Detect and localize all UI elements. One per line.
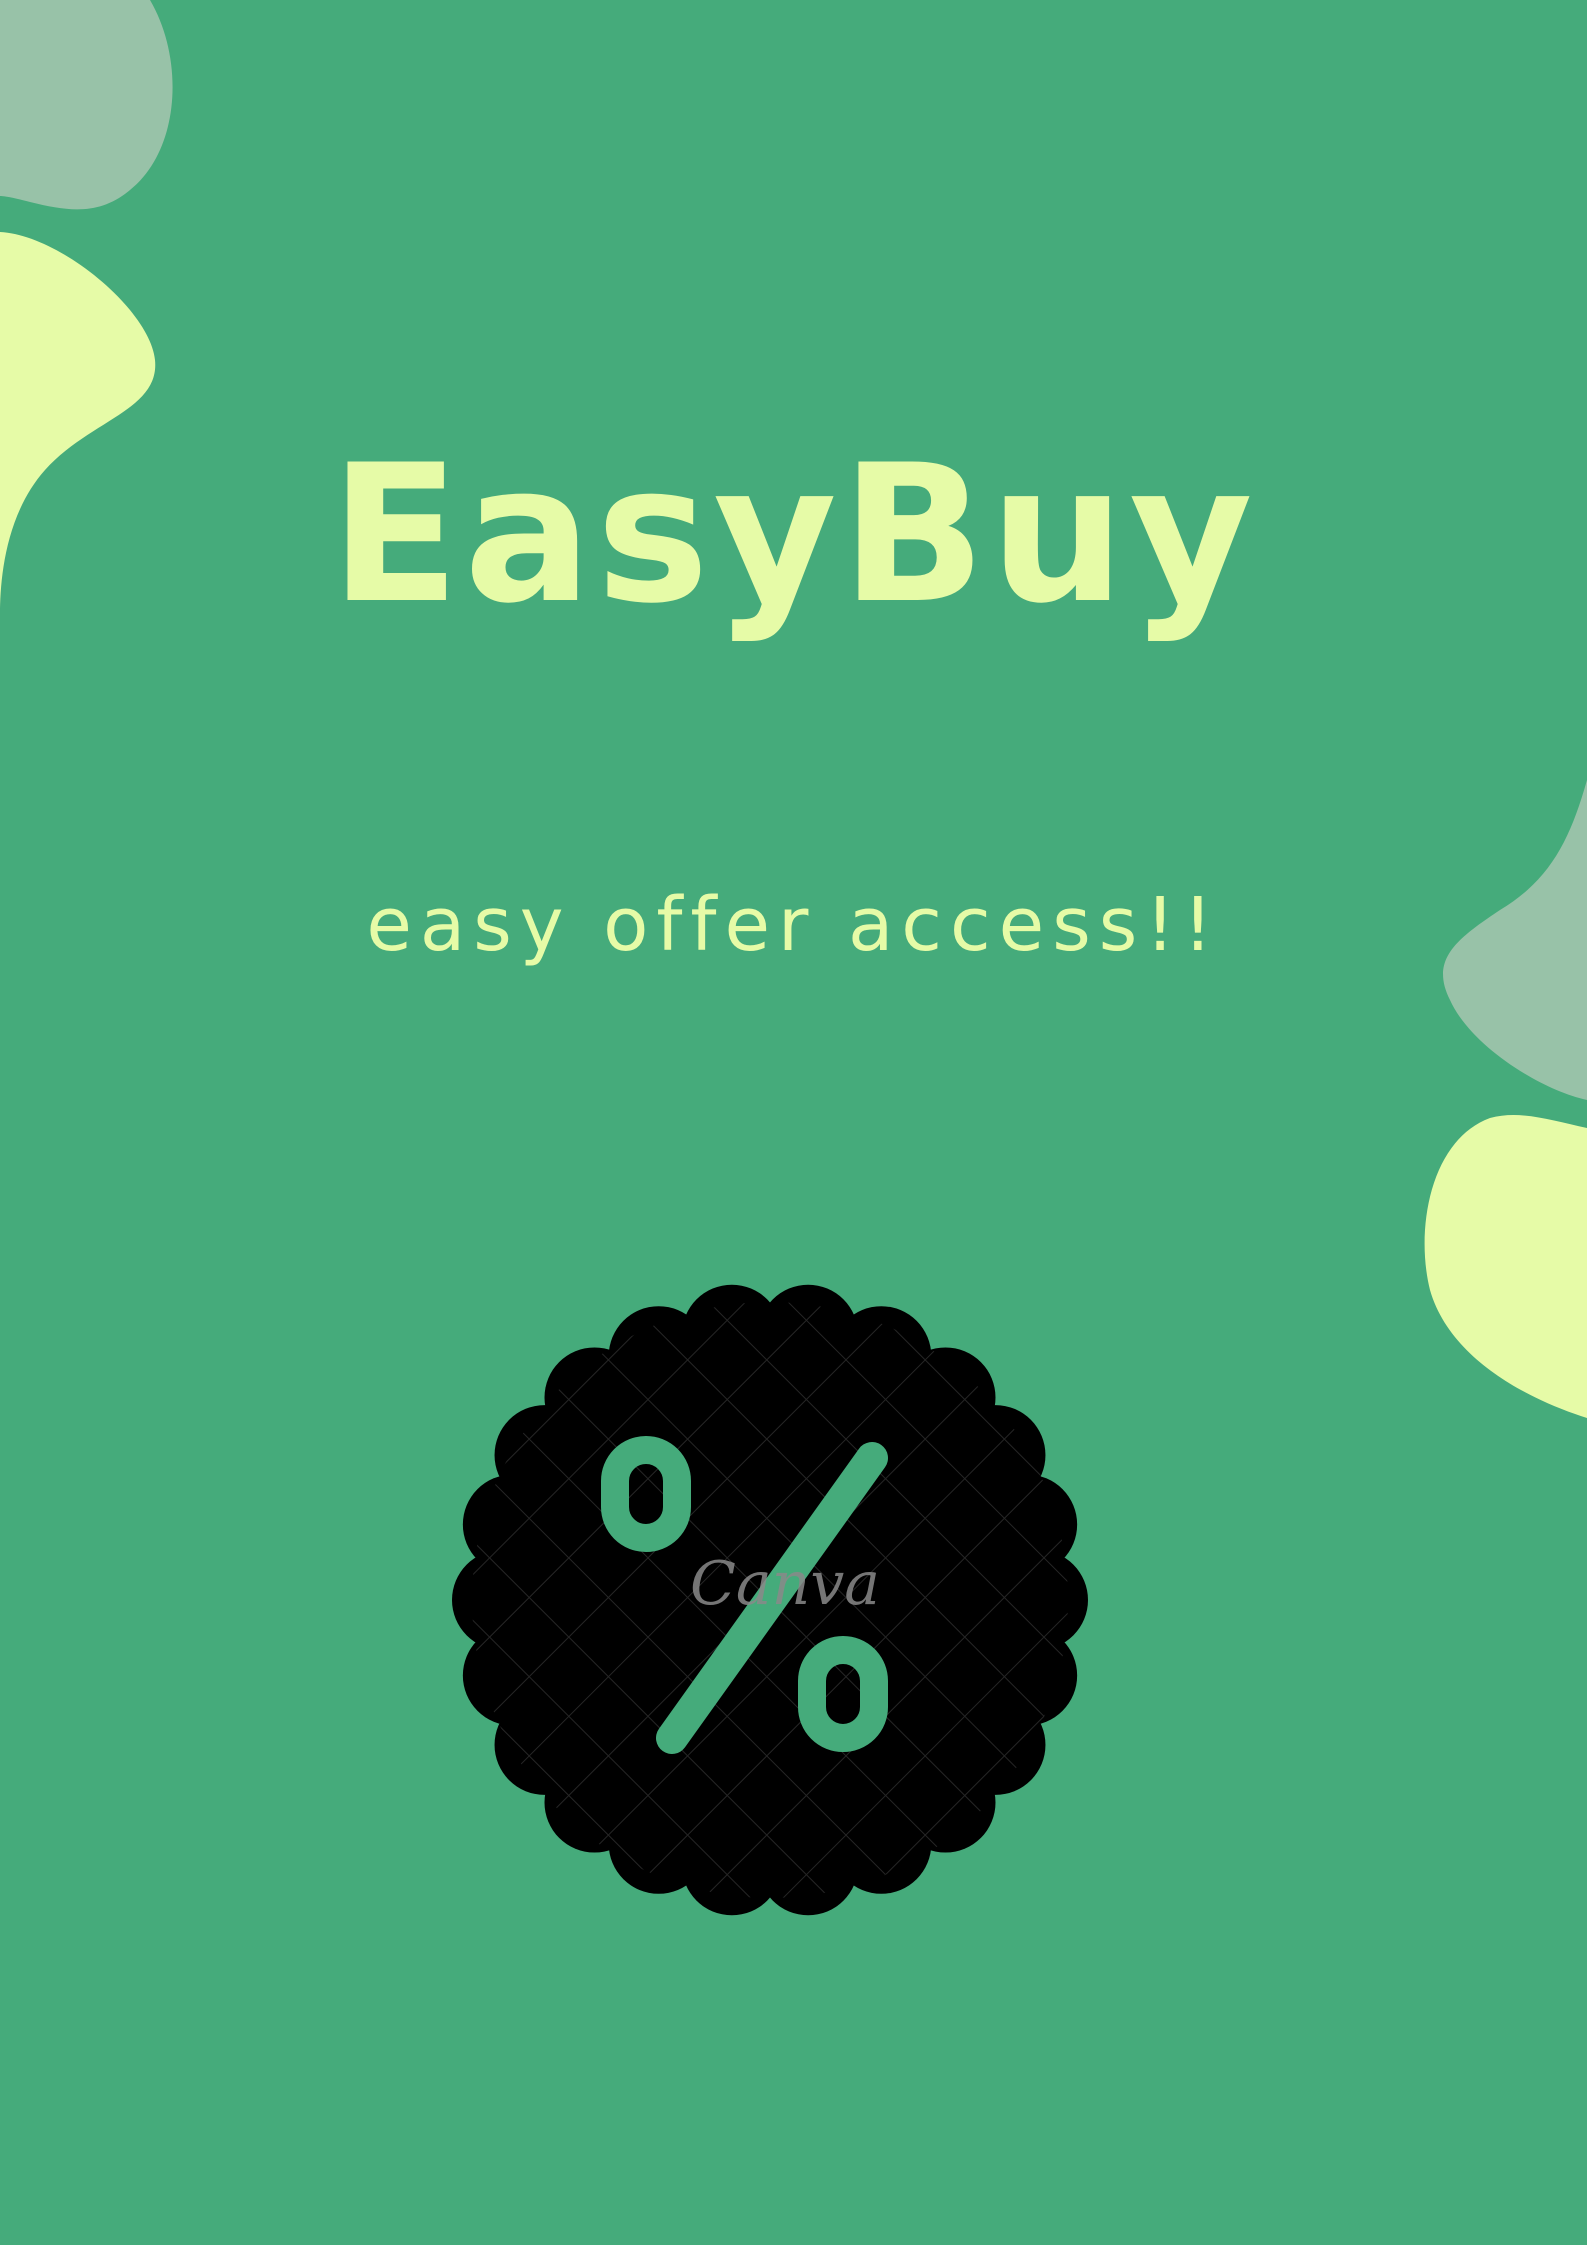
brand-title: EasyBuy (330, 424, 1257, 645)
poster-page: EasyBuy easy offer access!! Canva (0, 0, 1587, 2245)
canva-watermark: Canva (690, 1549, 880, 1619)
tagline: easy offer access!! (366, 882, 1221, 968)
top-left-sage-blob (0, 0, 173, 210)
right-yellow-blob (1424, 1115, 1587, 1418)
